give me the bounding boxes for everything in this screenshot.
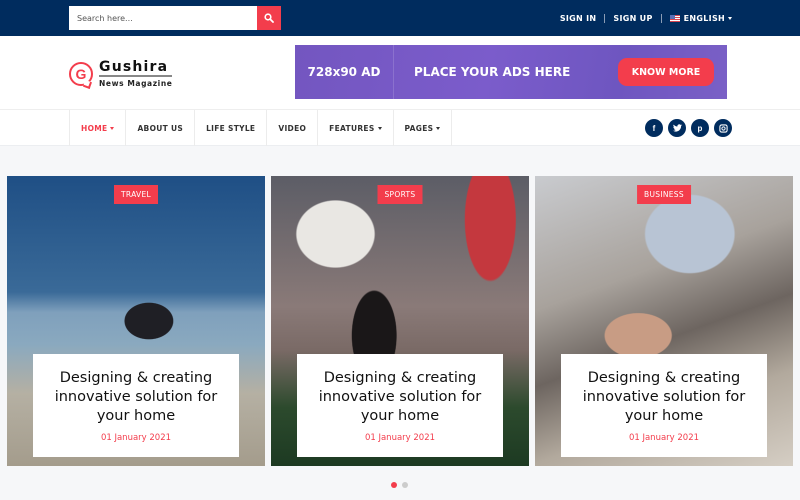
card-title[interactable]: Designing & creating innovative solution… [309, 369, 491, 426]
top-bar: SIGN IN SIGN UP ENGLISH [0, 0, 800, 36]
divider [604, 13, 606, 23]
ad-size-label: 728x90 AD [295, 45, 394, 99]
nav-menu: HOME ABOUT US LIFE STYLE VIDEO FEATURES … [69, 110, 453, 146]
site-header: G Gushira News Magazine 728x90 AD PLACE … [0, 36, 800, 109]
featured-card[interactable]: BUSINESS Designing & creating innovative… [535, 176, 793, 466]
nav-item-life-style[interactable]: LIFE STYLE [195, 110, 268, 146]
caret-down-icon [728, 16, 732, 20]
featured-card[interactable]: TRAVEL Designing & creating innovative s… [7, 176, 265, 466]
logo-text: Gushira News Magazine [99, 60, 173, 88]
card-date: 01 January 2021 [364, 432, 436, 443]
caret-down-icon [436, 126, 441, 130]
logo-icon: G [69, 62, 93, 86]
facebook-icon[interactable]: f [645, 119, 663, 137]
language-label: ENGLISH [683, 13, 725, 23]
nav-label: PAGES [404, 123, 434, 133]
us-flag-icon [669, 14, 680, 22]
search-button[interactable] [257, 6, 281, 30]
card-caption: Designing & creating innovative solution… [33, 354, 239, 457]
nav-label: ABOUT US [137, 123, 184, 133]
slider-pagination [391, 482, 408, 488]
divider [660, 13, 662, 23]
caret-down-icon [377, 126, 382, 130]
slider-dot-2[interactable] [402, 482, 408, 488]
language-selector[interactable]: ENGLISH [669, 13, 732, 23]
category-badge[interactable]: SPORTS [377, 185, 423, 204]
instagram-icon[interactable] [714, 119, 732, 137]
nav-item-video[interactable]: VIDEO [267, 110, 319, 146]
nav-item-about-us[interactable]: ABOUT US [126, 110, 196, 146]
featured-slider: TRAVEL Designing & creating innovative s… [7, 176, 793, 466]
nav-label: LIFE STYLE [206, 123, 256, 133]
category-badge[interactable]: BUSINESS [637, 185, 691, 204]
nav-label: VIDEO [278, 123, 307, 133]
nav-label: FEATURES [329, 123, 375, 133]
logo-letter: G [75, 66, 87, 82]
search-form [69, 6, 281, 30]
nav-item-home[interactable]: HOME [70, 110, 127, 146]
card-date: 01 January 2021 [100, 432, 172, 443]
site-logo[interactable]: G Gushira News Magazine [69, 60, 173, 88]
know-more-button[interactable]: KNOW MORE [618, 58, 714, 86]
pinterest-icon[interactable]: p [691, 119, 709, 137]
search-input[interactable] [69, 6, 257, 30]
category-badge[interactable]: TRAVEL [114, 185, 158, 204]
ad-banner[interactable]: 728x90 AD PLACE YOUR ADS HERE KNOW MORE [295, 45, 727, 99]
main-nav: HOME ABOUT US LIFE STYLE VIDEO FEATURES … [0, 109, 800, 146]
caret-down-icon [110, 126, 115, 130]
logo-tagline: News Magazine [99, 79, 173, 88]
slider-dot-1[interactable] [391, 482, 397, 488]
card-title[interactable]: Designing & creating innovative solution… [45, 369, 227, 426]
account-links: SIGN IN SIGN UP ENGLISH [560, 0, 732, 36]
card-date: 01 January 2021 [628, 432, 700, 443]
card-caption: Designing & creating innovative solution… [561, 354, 767, 457]
search-icon [264, 13, 274, 23]
featured-card[interactable]: SPORTS Designing & creating innovative s… [271, 176, 529, 466]
card-title[interactable]: Designing & creating innovative solution… [573, 369, 755, 426]
card-caption: Designing & creating innovative solution… [297, 354, 503, 457]
sign-up-link[interactable]: SIGN UP [613, 14, 652, 23]
logo-name: Gushira [99, 60, 173, 77]
nav-label: HOME [81, 123, 108, 133]
nav-item-pages[interactable]: PAGES [394, 110, 453, 146]
social-links: f p [645, 119, 732, 137]
nav-item-features[interactable]: FEATURES [318, 110, 394, 146]
ad-message: PLACE YOUR ADS HERE [414, 65, 571, 79]
sign-in-link[interactable]: SIGN IN [560, 14, 597, 23]
twitter-icon[interactable] [668, 119, 686, 137]
